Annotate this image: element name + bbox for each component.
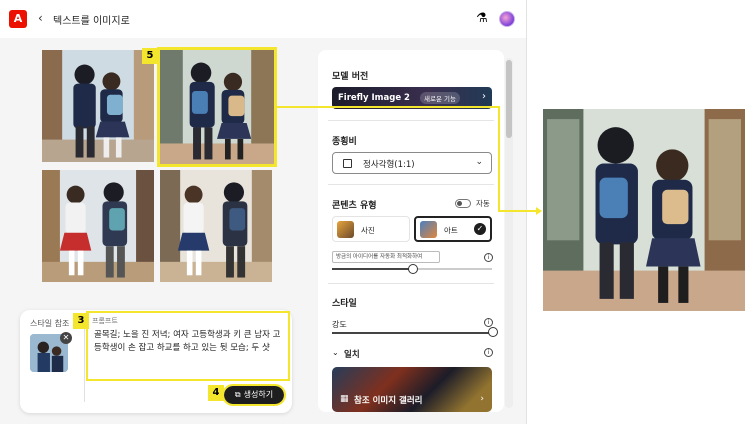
settings-panel: 모델 버전 Firefly Image 2 새로운 기능 › 종횡비 정사각형(… — [318, 50, 504, 412]
callout-badge-4: 4 — [208, 385, 224, 401]
generate-label: 생성하기 — [243, 390, 274, 399]
divider — [328, 184, 494, 185]
strength-slider-handle[interactable] — [488, 327, 498, 337]
visual-intensity-tooltip: 방금의 아이디어를 자동화 최적화하여 — [332, 251, 440, 263]
prompt-label: 프롬프트 — [92, 317, 118, 325]
match-label[interactable]: 일치 — [344, 348, 360, 360]
divider — [328, 283, 494, 284]
divider — [84, 322, 85, 402]
reference-gallery-button[interactable]: ▦ 참조 이미지 갤러리 › — [332, 367, 492, 412]
page-title: 텍스트를 이미지로 — [53, 16, 130, 27]
aspect-ratio-value: 정사각형(1:1) — [363, 160, 415, 170]
chevron-down-icon[interactable]: ⌄ — [332, 348, 339, 357]
callout-badge-5: 5 — [142, 48, 158, 64]
chevron-down-icon: ⌄ — [475, 157, 483, 167]
checkmark-icon: ✓ — [474, 223, 486, 235]
generate-button[interactable]: ⧉ 생성하기 — [222, 384, 286, 406]
style-label: 스타일 — [332, 299, 357, 309]
style-reference-label: 스타일 참조 — [30, 319, 70, 328]
aspect-ratio-dropdown[interactable]: 정사각형(1:1) ⌄ — [332, 152, 492, 174]
square-icon — [343, 159, 352, 168]
chevron-right-icon: › — [480, 394, 484, 404]
slider-fill — [332, 268, 412, 270]
content-type-photo[interactable]: 사진 — [332, 216, 410, 242]
auto-label: 자동 — [476, 199, 490, 208]
strength-slider-track[interactable] — [332, 332, 492, 334]
adobe-logo[interactable]: A — [9, 10, 27, 28]
content-type-art[interactable]: 아트 ✓ — [414, 216, 492, 242]
model-version-label: 모델 버전 — [332, 72, 369, 82]
panel-scrollbar[interactable] — [505, 58, 513, 408]
divider — [328, 120, 494, 121]
new-feature-badge: 새로운 기능 — [420, 92, 460, 104]
info-icon[interactable]: i — [484, 318, 493, 327]
prompt-input[interactable]: 프롬프트 골목길; 노을 진 저녁; 여자 고등학생과 키 큰 남자 고등학생이… — [86, 311, 290, 381]
strength-label: 강도 — [332, 320, 347, 329]
result-image-2-selected[interactable] — [157, 47, 277, 167]
callout-badge-3: 3 — [73, 313, 89, 329]
model-version-selector[interactable]: Firefly Image 2 새로운 기능 › — [332, 87, 492, 109]
gallery-label: 참조 이미지 갤러리 — [354, 396, 423, 406]
auto-toggle[interactable] — [455, 199, 471, 208]
content-type-label: 콘텐츠 유형 — [332, 201, 377, 211]
flask-icon[interactable]: ⚗ — [476, 11, 488, 26]
top-bar: A ‹ 텍스트를 이미지로 ⚗ — [0, 0, 526, 38]
enlarged-result-image — [543, 109, 745, 311]
visual-intensity-slider-handle[interactable] — [408, 264, 418, 274]
grid-icon: ▦ — [340, 394, 349, 404]
art-thumbnail — [420, 221, 437, 238]
scrollbar-thumb[interactable] — [506, 60, 512, 138]
external-link-icon: ⧉ — [234, 390, 241, 399]
result-image-1[interactable] — [42, 50, 154, 162]
info-icon[interactable]: i — [484, 348, 493, 357]
result-image-4[interactable] — [160, 170, 272, 282]
close-icon[interactable]: ✕ — [60, 332, 72, 344]
chevron-right-icon: › — [482, 91, 486, 102]
prompt-text[interactable]: 골목길; 노을 진 저녁; 여자 고등학생과 키 큰 남자 고등학생이 손 잡고… — [94, 329, 284, 355]
photo-label: 사진 — [361, 226, 375, 235]
aspect-ratio-label: 종횡비 — [332, 137, 357, 147]
result-image-3[interactable] — [42, 170, 154, 282]
art-label: 아트 — [444, 226, 458, 235]
back-chevron-icon[interactable]: ‹ — [38, 11, 43, 25]
firefly-app-window: A ‹ 텍스트를 이미지로 ⚗ 5 모델 버전 Firefly Image 2 … — [0, 0, 527, 424]
page-root: A ‹ 텍스트를 이미지로 ⚗ 5 모델 버전 Firefly Image 2 … — [0, 0, 750, 424]
model-name: Firefly Image 2 — [338, 93, 410, 103]
avatar[interactable] — [499, 11, 515, 27]
info-icon[interactable]: i — [484, 253, 493, 262]
photo-thumbnail — [337, 221, 354, 238]
